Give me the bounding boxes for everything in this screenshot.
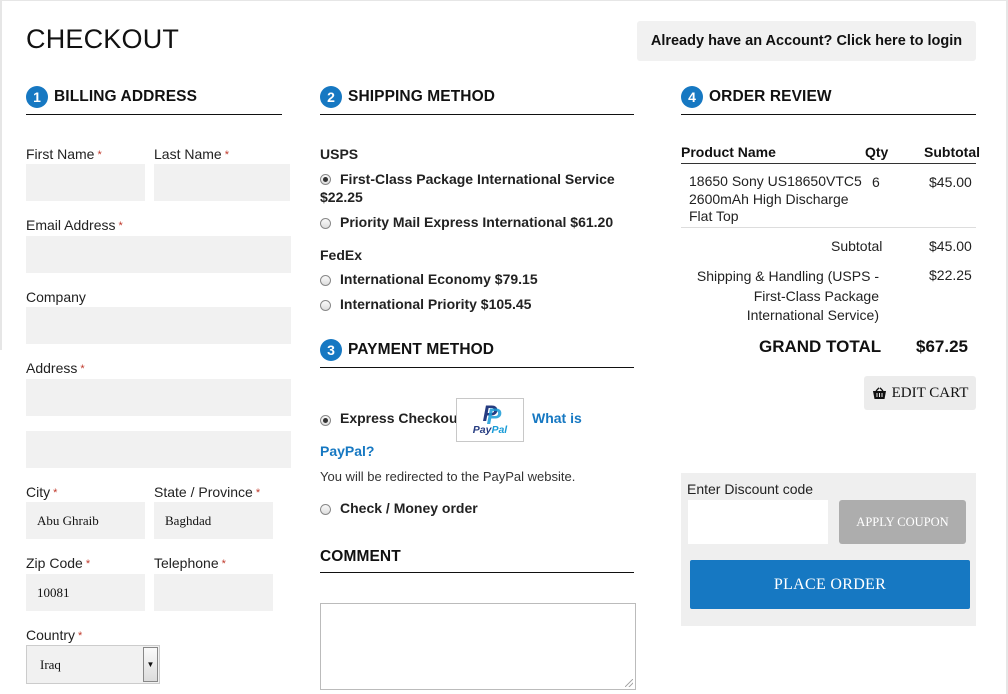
subtotal-value: $45.00	[929, 238, 972, 254]
payment-option-label: Check / Money order	[340, 500, 478, 516]
billing-section-header: 1 BILLING ADDRESS	[26, 86, 282, 115]
payment-heading: PAYMENT METHOD	[348, 341, 495, 358]
address-line2-input[interactable]	[26, 431, 291, 468]
company-label: Company	[26, 289, 86, 305]
paypal-logo: PP PayPal	[456, 398, 524, 442]
radio-button[interactable]	[320, 300, 331, 311]
city-input[interactable]: Abu Ghraib	[26, 502, 145, 539]
last-name-label: Last Name *	[154, 146, 229, 162]
billing-heading: BILLING ADDRESS	[54, 88, 198, 105]
grand-total-label: GRAND TOTAL	[759, 337, 882, 356]
page-title: CHECKOUT	[26, 24, 180, 54]
payment-option-label: Express Checkout	[340, 410, 463, 426]
shipping-handling-label: Shipping & Handling (USPS - First-Class …	[696, 268, 879, 323]
discount-code-input[interactable]	[688, 500, 828, 544]
zip-input[interactable]: 10081	[26, 574, 145, 611]
payment-option-express-checkout[interactable]: Express Checkout	[320, 410, 462, 426]
discount-panel: Enter Discount code APPLY COUPON PLACE O…	[681, 473, 976, 626]
shipping-option-fedex-priority[interactable]: International Priority $105.45	[320, 296, 531, 312]
product-qty: 6	[872, 174, 880, 190]
login-button[interactable]: Already have an Account? Click here to l…	[637, 21, 976, 61]
edit-cart-button[interactable]: EDIT CART	[864, 376, 976, 410]
shipping-section-header: 2 SHIPPING METHOD	[320, 86, 634, 115]
step-badge: 1	[26, 86, 48, 108]
payment-option-check[interactable]: Check / Money order	[320, 500, 478, 516]
column-header-product: Product Name	[681, 144, 776, 160]
comment-textarea[interactable]	[320, 603, 636, 690]
chevron-down-icon[interactable]: ▼	[143, 647, 158, 682]
grand-total-value: $67.25	[916, 337, 968, 356]
paypal-p-glyph: PP	[482, 401, 502, 429]
edit-cart-label: EDIT CART	[891, 384, 969, 401]
shipping-heading: SHIPPING METHOD	[348, 88, 496, 105]
review-section-header: 4 ORDER REVIEW	[681, 86, 976, 115]
radio-button[interactable]	[320, 275, 331, 286]
shipping-option-usps-first-class[interactable]: First-Class Package International Servic…	[320, 170, 630, 189]
radio-button[interactable]	[320, 174, 331, 185]
shipping-option-label: First-Class Package International Servic…	[340, 171, 615, 187]
header-divider	[681, 163, 976, 164]
city-label: City *	[26, 484, 58, 500]
place-order-button[interactable]: PLACE ORDER	[690, 560, 970, 609]
address-line1-input[interactable]	[26, 379, 291, 416]
product-name-link[interactable]: 18650 Sony US18650VTC5 2600mAh High Disc…	[689, 173, 862, 226]
first-name-input[interactable]	[26, 164, 145, 201]
what-is-paypal-link-part2[interactable]: PayPal?	[320, 443, 374, 459]
apply-coupon-button[interactable]: APPLY COUPON	[839, 500, 966, 544]
state-label: State / Province *	[154, 484, 261, 500]
step-badge: 2	[320, 86, 342, 108]
country-label: Country *	[26, 627, 83, 643]
what-is-paypal-link-part1[interactable]: What is	[532, 410, 582, 426]
zip-label: Zip Code *	[26, 555, 91, 571]
radio-button[interactable]	[320, 504, 331, 515]
telephone-label: Telephone *	[154, 555, 226, 571]
radio-button[interactable]	[320, 218, 331, 229]
frame-left-border	[0, 0, 2, 350]
shipping-handling-value: $22.25	[929, 267, 972, 283]
step-badge: 3	[320, 339, 342, 361]
subtotal-label: Subtotal	[831, 238, 883, 254]
last-name-input[interactable]	[154, 164, 290, 201]
comment-heading: COMMENT	[320, 548, 401, 565]
telephone-input[interactable]	[154, 574, 273, 611]
discount-label: Enter Discount code	[687, 481, 814, 497]
payment-section-header: 3 PAYMENT METHOD	[320, 339, 634, 368]
email-input[interactable]	[26, 236, 291, 273]
shopping-basket-icon	[872, 386, 886, 399]
country-select[interactable]: Iraq ▼	[26, 645, 160, 684]
paypal-redirect-note: You will be redirected to the PayPal web…	[320, 469, 576, 484]
state-input[interactable]: Baghdad	[154, 502, 273, 539]
shipping-option-label: International Economy $79.15	[340, 271, 538, 287]
carrier-usps: USPS	[320, 146, 359, 162]
address-label: Address *	[26, 360, 85, 376]
shipping-option-usps-priority[interactable]: Priority Mail Express International $61.…	[320, 214, 613, 230]
shipping-option-fedex-economy[interactable]: International Economy $79.15	[320, 271, 538, 287]
comment-section-header: COMMENT	[320, 546, 634, 573]
shipping-option-label: International Priority $105.45	[340, 296, 532, 312]
column-header-subtotal: Subtotal	[924, 144, 980, 160]
carrier-fedex: FedEx	[320, 247, 363, 263]
row-divider	[681, 227, 976, 228]
resize-handle-icon[interactable]	[625, 679, 633, 687]
product-subtotal: $45.00	[929, 174, 972, 190]
column-header-qty: Qty	[865, 144, 889, 160]
review-heading: ORDER REVIEW	[709, 88, 832, 105]
email-label: Email Address *	[26, 217, 123, 233]
company-input[interactable]	[26, 307, 291, 344]
country-selected-value: Iraq	[40, 656, 61, 672]
first-name-label: First Name *	[26, 146, 102, 162]
shipping-option-price: $22.25	[320, 189, 363, 205]
shipping-option-label: Priority Mail Express International $61.…	[340, 214, 614, 230]
radio-button[interactable]	[320, 415, 331, 426]
frame-top-border	[0, 0, 1008, 1]
step-badge: 4	[681, 86, 703, 108]
